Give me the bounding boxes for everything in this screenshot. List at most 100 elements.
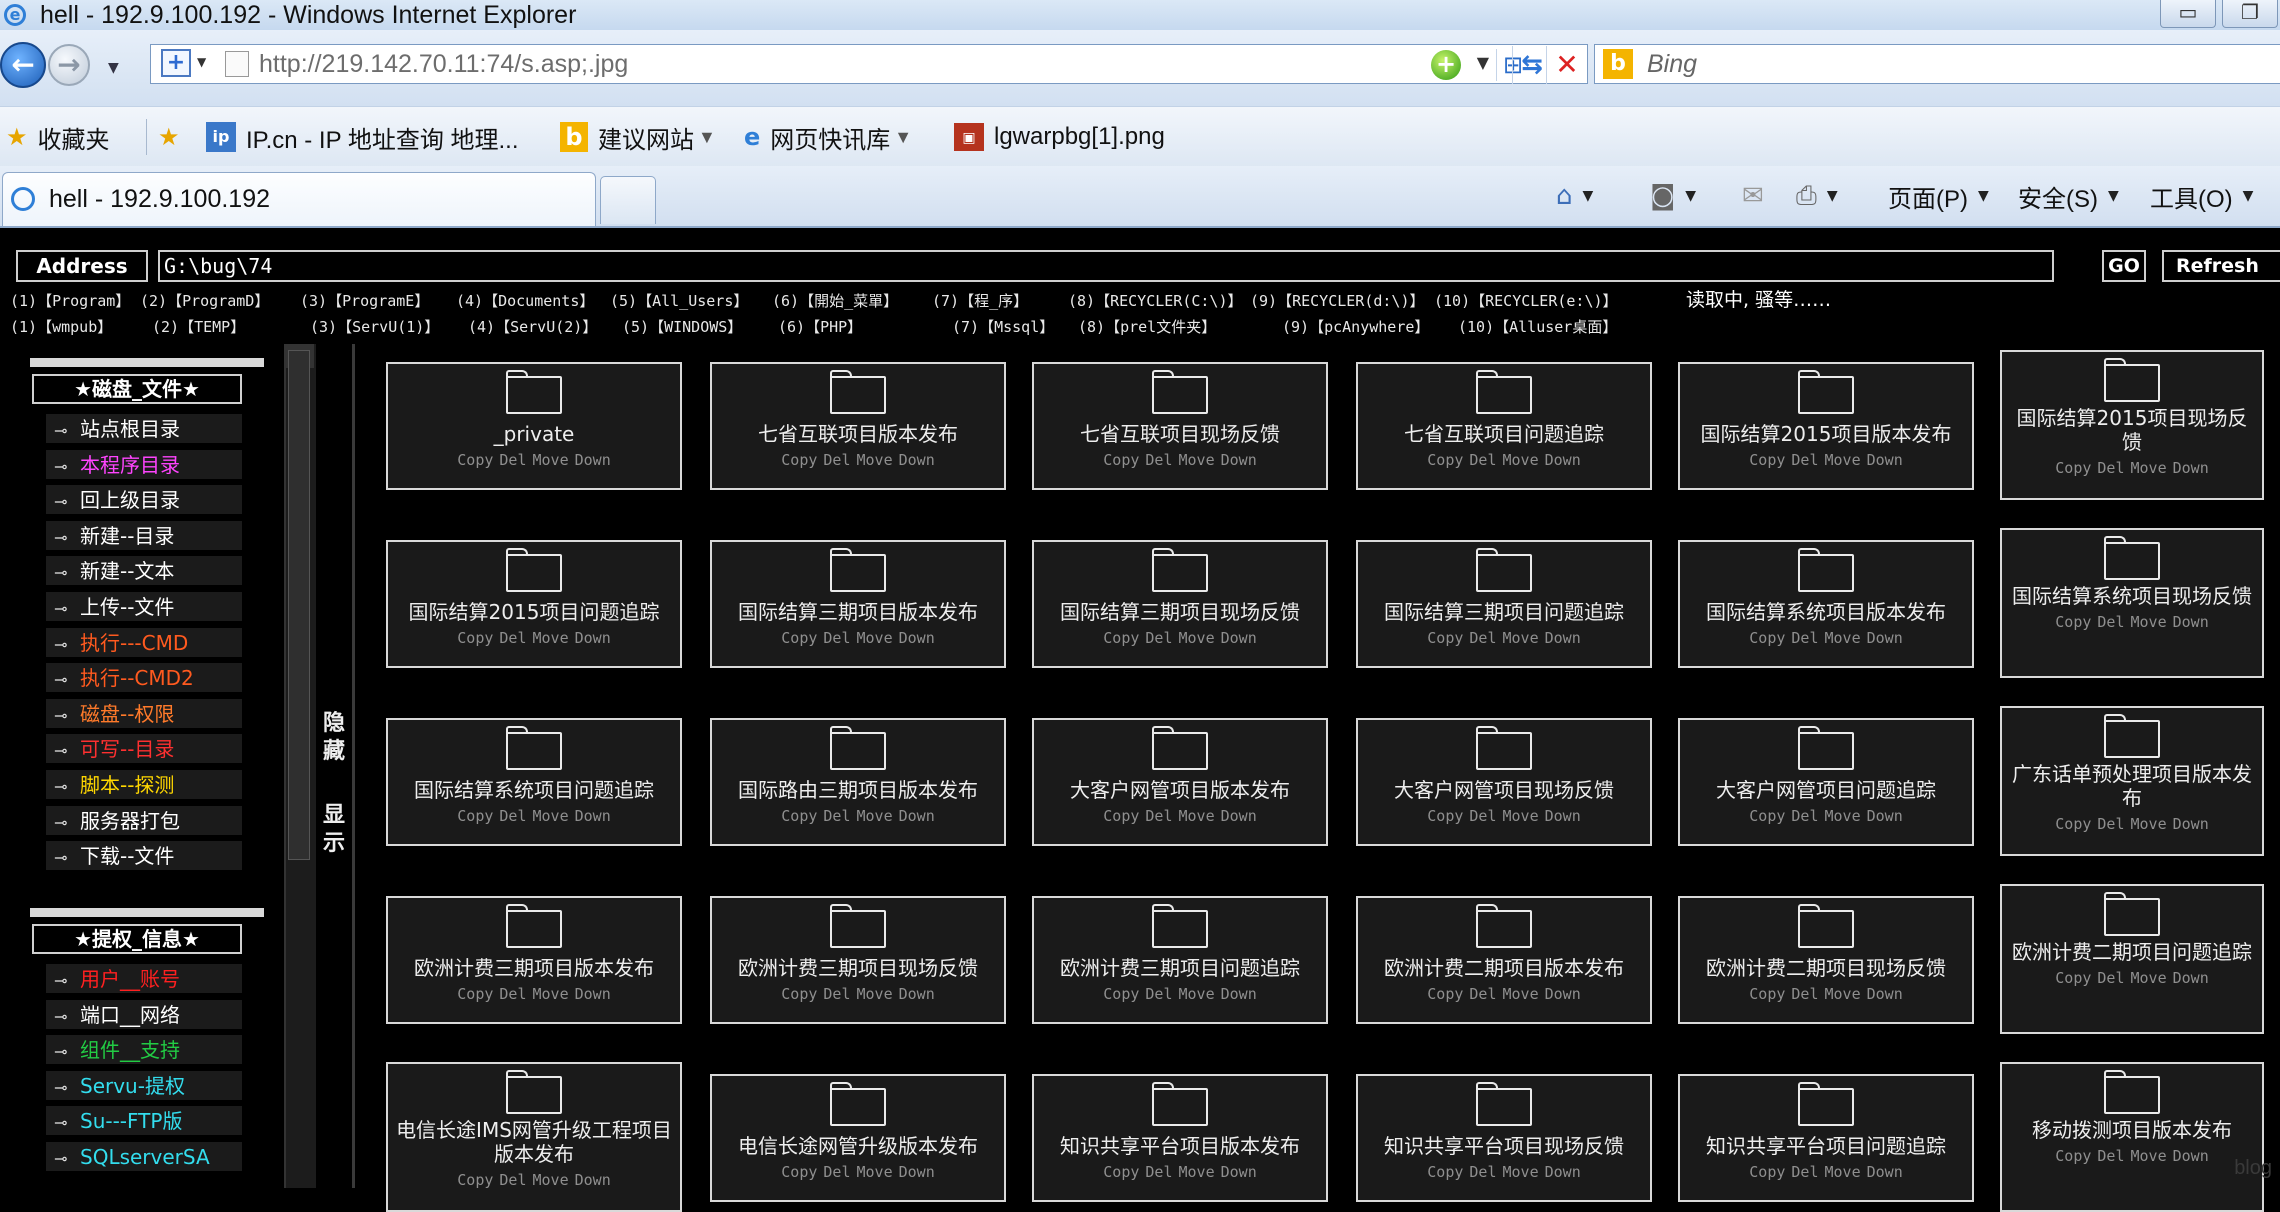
folder-action-copy-link[interactable]: Copy	[2055, 815, 2091, 833]
feeds-button[interactable]: ◙ ▼	[1650, 166, 1696, 226]
folder-action-copy-link[interactable]: Copy	[457, 985, 493, 1003]
folder-action-move-link[interactable]: Move	[1502, 629, 1538, 647]
folder-action-move-link[interactable]: Move	[532, 1171, 568, 1189]
fav-link-suggested[interactable]: b 建议网站 ▼	[560, 107, 716, 167]
folder-card[interactable]: 移动拨测项目版本发布 Copy Del Move Down	[2000, 1062, 2264, 1212]
folder-action-move-link[interactable]: Move	[1502, 1163, 1538, 1181]
folder-action-copy-link[interactable]: Copy	[1427, 1163, 1463, 1181]
folder-card[interactable]: 欧洲计费三期项目现场反馈 Copy Del Move Down	[710, 896, 1006, 1024]
folder-action-del-link[interactable]: Del	[1791, 807, 1818, 825]
back-button[interactable]: ←	[0, 42, 46, 88]
folder-action-down-link[interactable]: Down	[1867, 451, 1903, 469]
forward-button[interactable]: →	[48, 44, 90, 86]
folder-action-copy-link[interactable]: Copy	[1749, 807, 1785, 825]
folder-card[interactable]: 欧洲计费三期项目版本发布 Copy Del Move Down	[386, 896, 682, 1024]
folder-action-del-link[interactable]: Del	[1145, 985, 1172, 1003]
page-menu[interactable]: 页面(P) ▼	[1888, 166, 1989, 226]
folder-action-down-link[interactable]: Down	[575, 451, 611, 469]
folder-action-move-link[interactable]: Move	[1824, 1163, 1860, 1181]
fav-link-image[interactable]: ▣ lgwarpbg[1].png	[954, 107, 1165, 167]
folder-action-del-link[interactable]: Del	[2097, 459, 2124, 477]
folder-action-move-link[interactable]: Move	[2130, 815, 2166, 833]
quick-path-link[interactable]: (1)【Program】	[10, 290, 130, 312]
safety-menu[interactable]: 安全(S) ▼	[2018, 166, 2119, 226]
folder-card[interactable]: 国际结算三期项目版本发布 Copy Del Move Down	[710, 540, 1006, 668]
folder-action-copy-link[interactable]: Copy	[2055, 459, 2091, 477]
folder-name[interactable]: 电信长途网管升级版本发布	[712, 1134, 1004, 1158]
folder-action-down-link[interactable]: Down	[1221, 985, 1257, 1003]
folder-action-del-link[interactable]: Del	[499, 629, 526, 647]
folder-name[interactable]: 七省互联项目版本发布	[712, 422, 1004, 446]
folder-action-del-link[interactable]: Del	[1791, 985, 1818, 1003]
folder-action-move-link[interactable]: Move	[856, 1163, 892, 1181]
folder-action-down-link[interactable]: Down	[575, 629, 611, 647]
folder-action-move-link[interactable]: Move	[1824, 807, 1860, 825]
folder-name[interactable]: 国际结算三期项目现场反馈	[1034, 600, 1326, 624]
folder-action-move-link[interactable]: Move	[532, 629, 568, 647]
fav-link-webslice[interactable]: e 网页快讯库 ▼	[744, 107, 912, 167]
folder-card[interactable]: 国际路由三期项目版本发布 Copy Del Move Down	[710, 718, 1006, 846]
folder-name[interactable]: 国际结算系统项目版本发布	[1680, 600, 1972, 624]
folder-name[interactable]: 国际结算2015项目问题追踪	[388, 600, 680, 624]
folder-action-down-link[interactable]: Down	[1545, 807, 1581, 825]
sidebar-item[interactable]: ⊸ 新建--文本	[46, 556, 242, 589]
sidebar-item[interactable]: ⊸ 本程序目录	[46, 449, 242, 482]
compatibility-icon[interactable]: +	[1431, 50, 1461, 80]
folder-name[interactable]: 大客户网管项目版本发布	[1034, 778, 1326, 802]
folder-action-move-link[interactable]: Move	[856, 629, 892, 647]
folder-action-down-link[interactable]: Down	[1545, 1163, 1581, 1181]
sidebar-item[interactable]: ⊸ 下载--文件	[46, 841, 242, 874]
quick-path-link[interactable]: (9)【RECYCLER(d:\)】	[1250, 290, 1425, 312]
folder-action-copy-link[interactable]: Copy	[1103, 985, 1139, 1003]
folder-action-del-link[interactable]: Del	[823, 985, 850, 1003]
folder-name[interactable]: 欧洲计费二期项目现场反馈	[1680, 956, 1972, 980]
sidebar-item[interactable]: ⊸ 上传--文件	[46, 592, 242, 624]
folder-action-move-link[interactable]: Move	[1178, 451, 1214, 469]
folder-name[interactable]: 国际结算系统项目问题追踪	[388, 778, 680, 802]
folder-action-del-link[interactable]: Del	[1469, 451, 1496, 469]
folder-action-del-link[interactable]: Del	[2097, 613, 2124, 631]
sidebar-item[interactable]: ⊸ 服务器打包	[46, 805, 242, 838]
folder-card[interactable]: 七省互联项目版本发布 Copy Del Move Down	[710, 362, 1006, 490]
sidebar-item[interactable]: ⊸ 执行---CMD	[46, 627, 242, 660]
folder-action-move-link[interactable]: Move	[1502, 985, 1538, 1003]
folder-action-down-link[interactable]: Down	[899, 629, 935, 647]
folder-action-del-link[interactable]: Del	[1145, 807, 1172, 825]
folder-action-move-link[interactable]: Move	[1502, 451, 1538, 469]
folder-card[interactable]: 国际结算2015项目问题追踪 Copy Del Move Down	[386, 540, 682, 668]
folder-action-del-link[interactable]: Del	[2097, 815, 2124, 833]
folder-action-move-link[interactable]: Move	[1178, 985, 1214, 1003]
quick-path-link[interactable]: (8)【prel文件夹】	[1078, 316, 1216, 338]
folder-name[interactable]: 欧洲计费二期项目问题追踪	[2002, 940, 2262, 964]
address-bar[interactable]: + ▼ http://219.142.70.11:74/s.asp;.jpg +…	[150, 44, 1588, 84]
folder-action-move-link[interactable]: Move	[856, 451, 892, 469]
fav-link-ipcn[interactable]: ip IP.cn - IP 地址查询 地理...	[206, 107, 519, 167]
sidebar-item[interactable]: ⊸ 组件__支持	[46, 1035, 242, 1068]
folder-action-del-link[interactable]: Del	[2097, 1147, 2124, 1165]
quick-path-link[interactable]: (4)【Documents】	[456, 290, 594, 312]
restore-button[interactable]: ❐	[2222, 0, 2278, 28]
folder-action-copy-link[interactable]: Copy	[2055, 1147, 2091, 1165]
folder-action-move-link[interactable]: Move	[532, 451, 568, 469]
folder-action-down-link[interactable]: Down	[2173, 1147, 2209, 1165]
folder-action-move-link[interactable]: Move	[1178, 629, 1214, 647]
folder-action-copy-link[interactable]: Copy	[1427, 629, 1463, 647]
folder-name[interactable]: 国际结算2015项目现场反馈	[2002, 406, 2262, 454]
folder-card[interactable]: 国际结算系统项目版本发布 Copy Del Move Down	[1678, 540, 1974, 668]
folder-action-move-link[interactable]: Move	[2130, 459, 2166, 477]
folder-action-del-link[interactable]: Del	[1145, 629, 1172, 647]
folder-action-copy-link[interactable]: Copy	[1103, 451, 1139, 469]
folder-action-move-link[interactable]: Move	[2130, 1147, 2166, 1165]
history-dropdown-icon[interactable]: ▼	[108, 60, 119, 76]
folder-action-move-link[interactable]: Move	[1178, 807, 1214, 825]
folder-name[interactable]: 知识共享平台项目问题追踪	[1680, 1134, 1972, 1158]
folder-action-move-link[interactable]: Move	[1178, 1163, 1214, 1181]
sidebar-item[interactable]: ⊸ 用户__账号	[46, 964, 242, 996]
folder-name[interactable]: 七省互联项目问题追踪	[1358, 422, 1650, 446]
tools-menu[interactable]: 工具(O) ▼	[2150, 166, 2253, 226]
folder-card[interactable]: _private Copy Del Move Down	[386, 362, 682, 490]
folder-action-del-link[interactable]: Del	[1791, 451, 1818, 469]
folder-action-down-link[interactable]: Down	[1867, 985, 1903, 1003]
folder-name[interactable]: 欧洲计费二期项目版本发布	[1358, 956, 1650, 980]
sidebar-item[interactable]: ⊸ Su---FTP版	[46, 1106, 242, 1139]
